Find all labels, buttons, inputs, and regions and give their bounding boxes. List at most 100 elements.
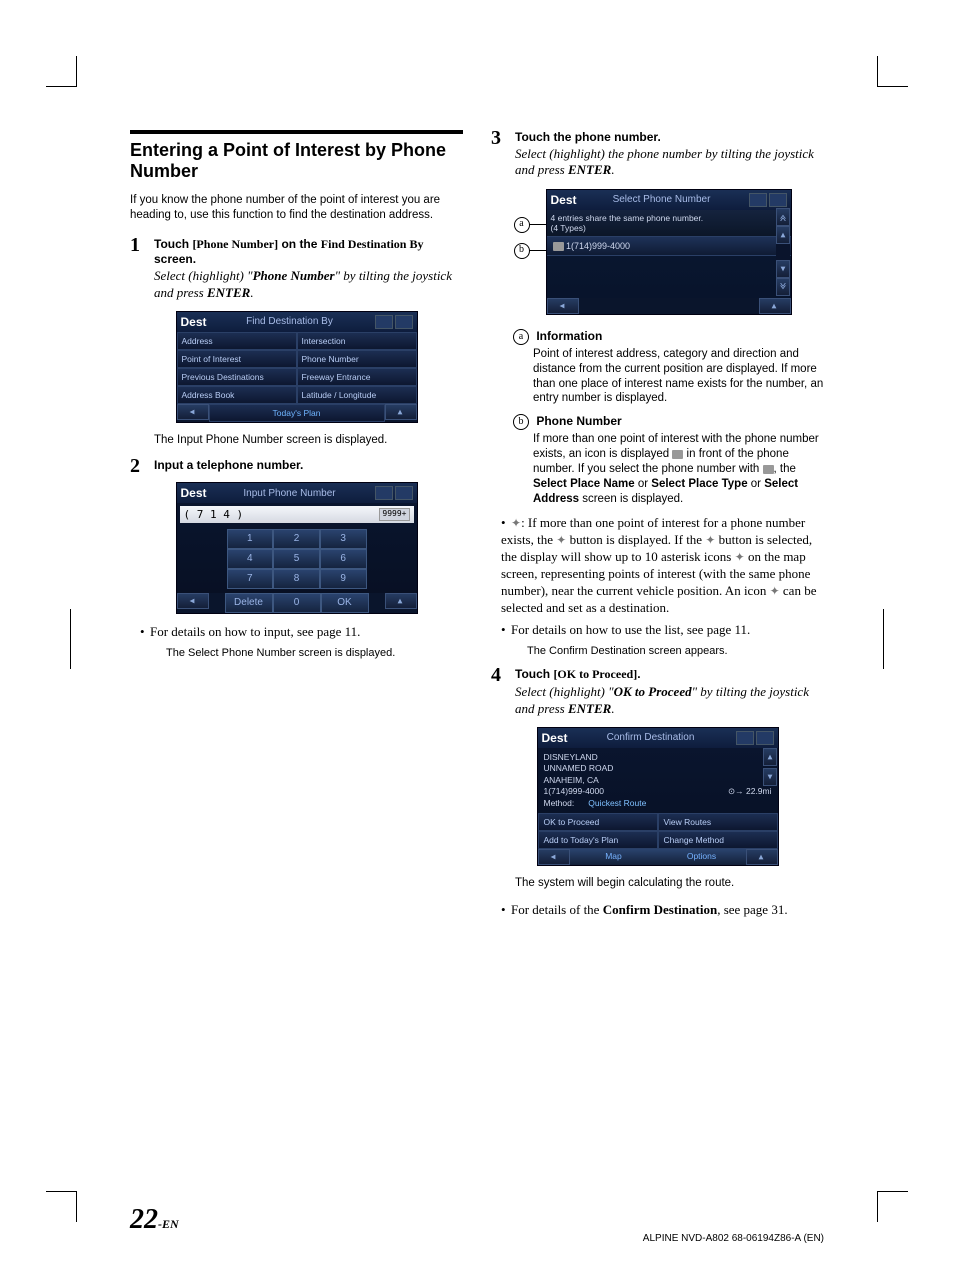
- header-icon: [749, 193, 767, 207]
- scroll-bar[interactable]: [763, 748, 777, 786]
- key-9[interactable]: 9: [320, 569, 367, 589]
- star-icon: [556, 532, 566, 547]
- header-icon: [395, 315, 413, 329]
- find-destination-by-screen: Dest Find Destination By Address Interse…: [176, 311, 418, 423]
- step-number: 2: [130, 455, 140, 478]
- scroll-up-icon[interactable]: [776, 226, 790, 244]
- menu-poi[interactable]: Point of Interest: [177, 350, 297, 368]
- key-2[interactable]: 2: [273, 529, 320, 549]
- list-icon: [763, 465, 774, 474]
- scroll-down-icon[interactable]: [776, 260, 790, 278]
- info-bar: 4 entries share the same phone number. (…: [547, 210, 791, 236]
- callout-b-marker: b: [514, 243, 530, 259]
- key-4[interactable]: 4: [227, 549, 274, 569]
- map-button[interactable]: Map: [570, 849, 658, 865]
- list-icon: [672, 450, 683, 459]
- back-button[interactable]: [538, 849, 570, 865]
- step-2: 2 Input a telephone number.: [130, 458, 463, 472]
- menu-address-book[interactable]: Address Book: [177, 386, 297, 404]
- phone-entry-field: ( 7 1 4 ) 9999+: [180, 506, 414, 523]
- list-after: The Confirm Destination screen appears.: [527, 645, 824, 657]
- menu-phone-number[interactable]: Phone Number: [297, 350, 417, 368]
- star-icon: [705, 532, 715, 547]
- step-number: 4: [491, 664, 501, 687]
- confirm-destination-screen: Dest Confirm Destination DISNEYLAND UNNA…: [537, 727, 779, 866]
- input-phone-number-screen: Dest Input Phone Number ( 7 1 4 ) 9999+ …: [176, 482, 418, 614]
- back-button[interactable]: [547, 298, 579, 314]
- view-routes-button[interactable]: View Routes: [658, 813, 778, 831]
- list-icon: [553, 242, 564, 251]
- change-method-button[interactable]: Change Method: [658, 831, 778, 849]
- page-number: 22-EN: [130, 1204, 179, 1236]
- step-1-title: Touch [Phone Number] on the Find Destina…: [154, 237, 463, 266]
- ok-key[interactable]: OK: [321, 593, 369, 613]
- step-3-title: Touch the phone number.: [515, 130, 824, 144]
- destination-info: DISNEYLAND UNNAMED ROAD ANAHEIM, CA 1(71…: [538, 748, 778, 813]
- delete-key[interactable]: Delete: [225, 593, 273, 613]
- menu-address[interactable]: Address: [177, 332, 297, 350]
- header-icon: [736, 731, 754, 745]
- header-icon: [769, 193, 787, 207]
- up-button[interactable]: [759, 298, 791, 314]
- step-number: 3: [491, 127, 501, 150]
- callout-a: a Information: [513, 329, 824, 345]
- key-5[interactable]: 5: [273, 549, 320, 569]
- step-4-bullet: •For details of the Confirm Destination,…: [501, 902, 824, 919]
- step-4-italic: Select (highlight) "OK to Proceed" by ti…: [515, 684, 824, 717]
- scroll-up-icon[interactable]: [763, 748, 777, 766]
- options-button[interactable]: Options: [658, 849, 746, 865]
- step-3: 3 Touch the phone number. Select (highli…: [491, 130, 824, 179]
- scroll-bar[interactable]: [776, 208, 790, 296]
- step-4-after: The system will begin calculating the ro…: [515, 876, 824, 892]
- key-1[interactable]: 1: [227, 529, 274, 549]
- menu-freeway[interactable]: Freeway Entrance: [297, 368, 417, 386]
- screen-title: Input Phone Number: [207, 488, 373, 499]
- screen-dest-label: Dest: [551, 193, 577, 207]
- key-8[interactable]: 8: [273, 569, 320, 589]
- step-3-italic: Select (highlight) the phone number by t…: [515, 146, 824, 179]
- star-bullet: •: If more than one point of interest fo…: [501, 515, 824, 616]
- screen-title: Confirm Destination: [568, 732, 734, 743]
- step-4: 4 Touch [OK to Proceed]. Select (highlig…: [491, 667, 824, 717]
- step-2-bullet: •For details on how to input, see page 1…: [140, 624, 463, 641]
- key-3[interactable]: 3: [320, 529, 367, 549]
- keypad: 1 2 3 4 5 6 7 8 9: [227, 529, 367, 589]
- step-1-italic: Select (highlight) "Phone Number" by til…: [154, 268, 463, 301]
- callout-b: b Phone Number: [513, 414, 824, 430]
- screen-dest-label: Dest: [181, 486, 207, 500]
- screen-title: Select Phone Number: [577, 194, 747, 205]
- scroll-top-icon[interactable]: [776, 208, 790, 226]
- back-button[interactable]: [177, 404, 209, 420]
- select-phone-number-screen-wrap: a b Dest Select Phone Number 4 entries s…: [518, 189, 798, 315]
- phone-list-item[interactable]: 1(714)999-4000: [547, 236, 791, 256]
- menu-lat-lon[interactable]: Latitude / Longitude: [297, 386, 417, 404]
- up-button[interactable]: [385, 404, 417, 420]
- up-button[interactable]: [746, 849, 778, 865]
- ok-to-proceed-button[interactable]: OK to Proceed: [538, 813, 658, 831]
- header-icon: [375, 486, 393, 500]
- header-icon: [395, 486, 413, 500]
- screen-dest-label: Dest: [181, 315, 207, 329]
- step-number: 1: [130, 234, 140, 257]
- add-today-button[interactable]: Add to Today's Plan: [538, 831, 658, 849]
- screen-title: Find Destination By: [207, 316, 373, 327]
- up-button[interactable]: [385, 593, 417, 609]
- scroll-down-icon[interactable]: [763, 768, 777, 786]
- todays-plan-button[interactable]: Today's Plan: [209, 404, 385, 422]
- scroll-bottom-icon[interactable]: [776, 278, 790, 296]
- step-4-title: Touch [OK to Proceed].: [515, 667, 824, 682]
- intro-text: If you know the phone number of the poin…: [130, 193, 463, 223]
- key-6[interactable]: 6: [320, 549, 367, 569]
- screen-dest-label: Dest: [542, 731, 568, 745]
- step-2-after: The Select Phone Number screen is displa…: [166, 647, 463, 659]
- footer-text: ALPINE NVD-A802 68-06194Z86-A (EN): [643, 1233, 824, 1244]
- menu-intersection[interactable]: Intersection: [297, 332, 417, 350]
- key-0[interactable]: 0: [273, 593, 321, 613]
- menu-previous[interactable]: Previous Destinations: [177, 368, 297, 386]
- list-bullet: •For details on how to use the list, see…: [501, 622, 824, 639]
- back-button[interactable]: [177, 593, 209, 609]
- step-1-after: The Input Phone Number screen is display…: [154, 433, 463, 449]
- star-icon: [735, 549, 745, 564]
- callout-a-body: Point of interest address, category and …: [533, 347, 824, 407]
- key-7[interactable]: 7: [227, 569, 274, 589]
